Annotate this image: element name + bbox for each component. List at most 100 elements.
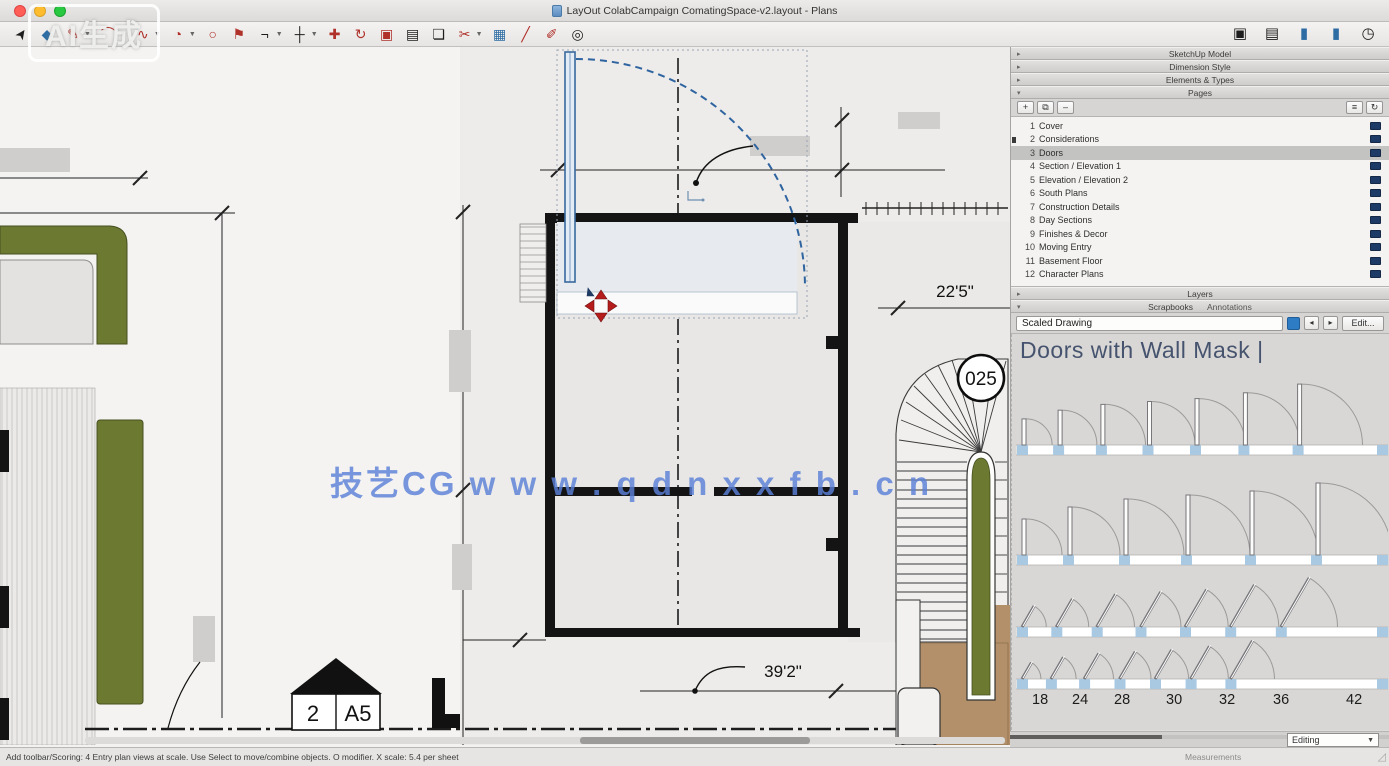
page-thumb-icon[interactable] <box>1370 216 1381 224</box>
panel-header-sketchup-model[interactable]: ▸ SketchUp Model <box>1011 47 1389 60</box>
tool-dropdown-caret[interactable]: ▼ <box>311 31 318 38</box>
document-blue-2-icon[interactable]: ▮ <box>1325 23 1347 45</box>
page-row[interactable]: 7Construction Details <box>1011 200 1389 214</box>
door-size-label: 28 <box>1114 692 1130 708</box>
add-page-button[interactable]: + <box>1017 101 1034 114</box>
zoom-window-button[interactable] <box>54 5 66 17</box>
pen-tool-icon[interactable]: ✐ <box>541 23 563 45</box>
door-row-closed-large[interactable] <box>1016 458 1388 571</box>
select-tool-icon[interactable]: ➤ <box>6 19 37 50</box>
scrapbook-next-button[interactable]: ▸ <box>1323 316 1338 330</box>
tool-dropdown-caret[interactable]: ▼ <box>476 31 483 38</box>
circle-tool-icon[interactable]: ○ <box>202 23 224 45</box>
refresh-button[interactable]: ↻ <box>1366 101 1383 114</box>
page-thumb-icon[interactable] <box>1370 257 1381 265</box>
tool-dropdown-caret[interactable]: ▼ <box>276 31 283 38</box>
page-thumb-icon[interactable] <box>1370 162 1381 170</box>
page-row[interactable]: 11Basement Floor <box>1011 254 1389 268</box>
dimension-tool-icon[interactable]: ┼ <box>289 23 311 45</box>
split-tool-icon[interactable]: ✂ <box>454 23 476 45</box>
tool-dropdown-caret[interactable]: ▼ <box>154 31 161 38</box>
page-thumb-icon[interactable] <box>1370 122 1381 130</box>
drawing-canvas[interactable]: 22'5" 39'2" <box>0 47 1010 745</box>
pages-toolbar: +⧉– ≡↻ <box>1011 99 1389 117</box>
door-size-label: 30 <box>1166 692 1182 708</box>
table-tool-icon[interactable]: ▦ <box>489 23 511 45</box>
door-row-closed-small[interactable] <box>1016 370 1388 461</box>
page-thumb-icon[interactable] <box>1370 230 1381 238</box>
svg-text:39'2": 39'2" <box>764 662 802 681</box>
tool-dropdown-caret[interactable]: ▼ <box>189 31 196 38</box>
page-row[interactable]: 10Moving Entry <box>1011 241 1389 255</box>
zoom-tool-icon[interactable]: ◎ <box>567 23 589 45</box>
page-thumb-icon[interactable] <box>1370 149 1381 157</box>
floor-plan-svg[interactable]: 22'5" 39'2" <box>0 47 1010 745</box>
panel-header-pages[interactable]: ▾ Pages <box>1011 86 1389 99</box>
document-blue-1-icon[interactable]: ▮ <box>1293 23 1315 45</box>
disclosure-icon: ▾ <box>1017 303 1021 311</box>
disclosure-icon: ▸ <box>1017 50 1021 58</box>
page-row[interactable]: 9Finishes & Decor <box>1011 227 1389 241</box>
panel-header-layers[interactable]: ▸ Layers <box>1011 287 1389 300</box>
duplicate-page-button[interactable]: ⧉ <box>1037 101 1054 114</box>
page-row[interactable]: 2Considerations <box>1011 133 1389 147</box>
door-row-open-large[interactable] <box>1016 640 1388 695</box>
style-tool-icon[interactable]: ◆ <box>36 23 58 45</box>
page-thumb-icon[interactable] <box>1370 243 1381 251</box>
canvas-hscrollbar-thumb[interactable] <box>580 737 810 744</box>
panel-header-scrapbooks[interactable]: ▾ Scrapbooks Annotations <box>1011 300 1389 313</box>
scrapbook-thumbnail-icon[interactable] <box>1287 317 1300 330</box>
page-row[interactable]: 8Day Sections <box>1011 214 1389 228</box>
add-page-icon[interactable]: ▤ <box>1261 23 1283 45</box>
move-tool-icon[interactable]: ✚ <box>324 23 346 45</box>
disclosure-icon: ▸ <box>1017 290 1021 298</box>
tool-dropdown-caret[interactable]: ▼ <box>119 31 126 38</box>
eyedropper-tool-icon[interactable]: ╱ <box>515 23 537 45</box>
page-tool-icon[interactable]: ▤ <box>402 23 424 45</box>
freehand-tool-icon[interactable]: ∿ <box>132 23 154 45</box>
stair-hatch <box>520 224 546 302</box>
arc-tool-icon[interactable]: ⌒ <box>97 23 119 45</box>
document-icon <box>552 5 562 17</box>
door-row-open-small[interactable] <box>1016 566 1388 643</box>
polygon-tool-icon[interactable]: ⚑ <box>228 23 250 45</box>
scrapbook-edit-button[interactable]: Edit... <box>1342 316 1384 331</box>
page-row[interactable]: 1Cover <box>1011 119 1389 133</box>
panel-header-dimension-style[interactable]: ▸ Dimension Style <box>1011 60 1389 73</box>
tool-dropdown-caret[interactable]: ▼ <box>84 31 91 38</box>
page-row[interactable]: 4Section / Elevation 1 <box>1011 160 1389 174</box>
page-row[interactable]: 6South Plans <box>1011 187 1389 201</box>
panel-header-elements-types[interactable]: ▸ Elements & Types <box>1011 73 1389 86</box>
circle-arc-tool-icon[interactable]: ◔ <box>167 23 189 45</box>
page-row[interactable]: 12Character Plans <box>1011 268 1389 282</box>
delete-page-button[interactable]: – <box>1057 101 1074 114</box>
minimize-window-button[interactable] <box>34 5 46 17</box>
page-thumb-icon[interactable] <box>1370 189 1381 197</box>
page-thumb-icon[interactable] <box>1370 176 1381 184</box>
history-icon[interactable]: ◷ <box>1357 23 1379 45</box>
page-row-selected[interactable]: 3Doors <box>1011 146 1389 160</box>
patio-area <box>0 260 93 344</box>
close-window-button[interactable] <box>14 5 26 17</box>
insert-image-tool-icon[interactable]: ▣ <box>376 23 398 45</box>
scrapbook-zoom-dropdown[interactable]: Editing ▼ <box>1287 733 1379 747</box>
page-row[interactable]: 5Elevation / Elevation 2 <box>1011 173 1389 187</box>
scrapbook-collection-select[interactable]: Scaled Drawing <box>1016 316 1283 331</box>
corner-line-tool-icon[interactable]: ¬ <box>254 23 276 45</box>
presentation-icon[interactable]: ▣ <box>1229 23 1251 45</box>
svg-text:22'5": 22'5" <box>936 282 974 301</box>
page-thumb-icon[interactable] <box>1370 270 1381 278</box>
scrapbook-title: Doors with Wall Mask | <box>1020 337 1264 364</box>
scrapbook-preview[interactable]: Doors with Wall Mask | 18 24 28 30 32 36… <box>1011 334 1389 730</box>
page-thumb-icon[interactable] <box>1370 203 1381 211</box>
measurements-box[interactable]: Measurements <box>1185 752 1241 762</box>
line-tool-icon[interactable]: ✎ <box>62 23 84 45</box>
canvas-hscrollbar[interactable] <box>85 737 1005 744</box>
rotate-tool-icon[interactable]: ↻ <box>350 23 372 45</box>
resize-grip-icon[interactable]: ◿ <box>1378 750 1386 763</box>
page-thumb-icon[interactable] <box>1370 135 1381 143</box>
scrapbook-hscrollbar-thumb[interactable] <box>1010 735 1162 739</box>
list-view-button[interactable]: ≡ <box>1346 101 1363 114</box>
scrapbook-prev-button[interactable]: ◂ <box>1304 316 1319 330</box>
label-tool-icon[interactable]: ❏ <box>428 23 450 45</box>
